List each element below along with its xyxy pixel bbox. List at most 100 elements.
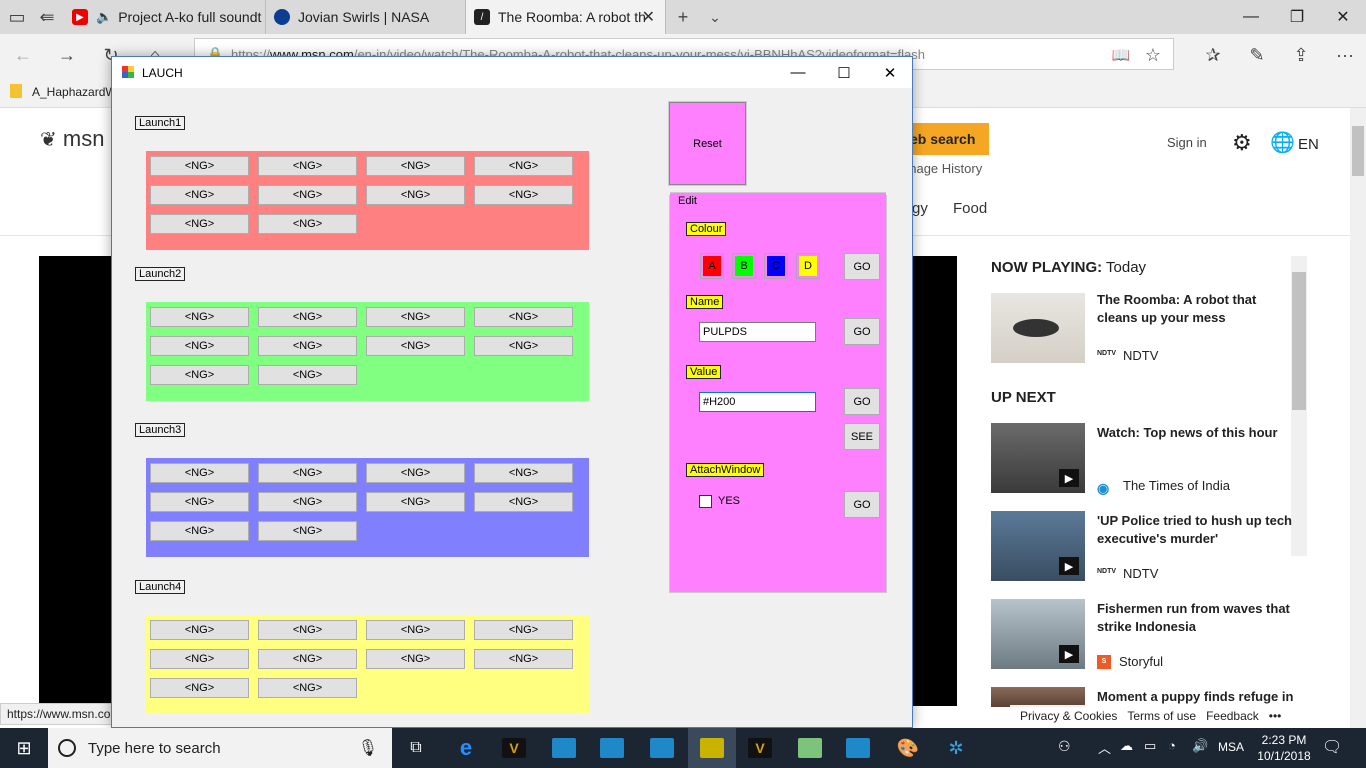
new-tab-icon[interactable]: + (666, 2, 700, 32)
ng-button[interactable]: <NG> (258, 649, 357, 669)
maximize-icon[interactable]: ☐ (821, 57, 867, 88)
privacy-link[interactable]: Privacy & Cookies (1020, 709, 1117, 723)
ng-button[interactable]: <NG> (366, 463, 465, 483)
app-icon-2[interactable] (588, 728, 636, 768)
ng-button[interactable]: <NG> (150, 336, 249, 356)
reset-button[interactable]: Reset (668, 101, 747, 186)
close-icon[interactable]: ✕ (867, 57, 913, 88)
set-aside-tabs-icon[interactable]: ⇚ (30, 2, 64, 32)
app-icon-v[interactable]: V (490, 728, 538, 768)
attach-go-button[interactable]: GO (844, 491, 880, 518)
clock[interactable]: 2:23 PM 10/1/2018 (1256, 732, 1312, 764)
forward-icon[interactable]: → (50, 40, 84, 70)
ng-button[interactable]: <NG> (258, 214, 357, 234)
news-title[interactable]: Fishermen run from waves that strike Ind… (1097, 600, 1297, 636)
reading-view-icon[interactable]: 📖 (1104, 40, 1138, 70)
edge-icon[interactable]: e (442, 728, 490, 768)
notes-pen-icon[interactable]: ✎ (1240, 40, 1274, 70)
cloud-icon[interactable]: ☁ (1120, 738, 1133, 754)
ng-button[interactable]: <NG> (366, 307, 465, 327)
news-thumbnail[interactable]: ▶ (991, 423, 1085, 493)
ng-button[interactable]: <NG> (258, 492, 357, 512)
ng-button[interactable]: <NG> (366, 336, 465, 356)
news-thumbnail[interactable] (991, 293, 1085, 363)
app-icon-5[interactable] (834, 728, 882, 768)
tab-manager-icon[interactable]: ▭ (0, 2, 34, 32)
network-app-icon[interactable]: ✲ (932, 728, 980, 768)
input-language[interactable]: MSA (1218, 740, 1244, 754)
favorite-star-icon[interactable]: ☆ (1136, 40, 1170, 70)
value-go-button[interactable]: GO (844, 388, 880, 415)
sign-in-link[interactable]: Sign in (1167, 135, 1207, 150)
more-icon[interactable]: ··· (1328, 40, 1362, 70)
ng-button[interactable]: <NG> (150, 365, 249, 385)
colour-c-button[interactable]: C (764, 253, 788, 279)
favorite-item[interactable]: A_HaphazardW (32, 85, 117, 99)
ng-button[interactable]: <NG> (258, 463, 357, 483)
app-icon-4[interactable] (786, 728, 834, 768)
app-icon-v2[interactable]: V (736, 728, 784, 768)
news-title[interactable]: The Roomba: A robot that cleans up your … (1097, 291, 1297, 327)
ng-button[interactable]: <NG> (258, 678, 357, 698)
name-input[interactable]: PULPDS (699, 322, 816, 342)
window-title-bar[interactable]: LAUCH — ☐ ✕ (112, 57, 912, 88)
start-icon[interactable]: ⊞ (0, 728, 48, 768)
app-icon-3[interactable] (638, 728, 686, 768)
paint-icon[interactable]: 🎨 (884, 728, 932, 768)
ng-button[interactable]: <NG> (366, 620, 465, 640)
ng-button[interactable]: <NG> (150, 492, 249, 512)
ng-button[interactable]: <NG> (150, 156, 249, 176)
ng-button[interactable]: <NG> (366, 649, 465, 669)
colour-d-button[interactable]: D (796, 253, 820, 279)
share-icon[interactable]: ⇪ (1284, 40, 1318, 70)
terms-link[interactable]: Terms of use (1127, 709, 1196, 723)
launch-app-taskbar-icon[interactable] (688, 728, 736, 768)
value-input[interactable]: #H200 (699, 392, 816, 412)
people-icon[interactable]: ⚇ (1058, 738, 1071, 755)
more-footer-icon[interactable]: ••• (1269, 709, 1282, 723)
ng-button[interactable]: <NG> (474, 620, 573, 640)
favorites-hub-icon[interactable]: ✰ (1196, 40, 1230, 70)
tab-nasa[interactable]: Jovian Swirls | NASA (266, 0, 466, 34)
ng-button[interactable]: <NG> (150, 521, 249, 541)
ng-button[interactable]: <NG> (258, 521, 357, 541)
yes-checkbox[interactable] (699, 495, 712, 508)
ng-button[interactable]: <NG> (150, 307, 249, 327)
ng-button[interactable]: <NG> (258, 185, 357, 205)
msn-logo[interactable]: ❦ msn (40, 126, 104, 152)
page-scrollbar[interactable] (1350, 108, 1366, 728)
restore-icon[interactable]: ❐ (1274, 0, 1320, 34)
taskbar-search-box[interactable]: Type here to search 🎙 (48, 728, 392, 768)
ng-button[interactable]: <NG> (474, 649, 573, 669)
ng-button[interactable]: <NG> (366, 185, 465, 205)
ng-button[interactable]: <NG> (474, 185, 573, 205)
microphone-icon[interactable]: 🎙 (358, 738, 378, 758)
chevron-up-icon[interactable]: ︿ (1098, 738, 1111, 757)
globe-icon[interactable]: 🌐 (1270, 130, 1295, 155)
close-window-icon[interactable]: ✕ (1320, 0, 1366, 34)
ng-button[interactable]: <NG> (150, 185, 249, 205)
task-view-icon[interactable]: ⧉ (392, 728, 440, 768)
language-label[interactable]: EN (1298, 136, 1319, 153)
close-tab-icon[interactable]: ✕ (642, 7, 655, 27)
web-search-button[interactable]: eb search (900, 123, 989, 155)
news-title[interactable]: Watch: Top news of this hour (1097, 424, 1297, 442)
gear-icon[interactable]: ⚙ (1232, 130, 1252, 156)
news-thumbnail[interactable]: ▶ (991, 599, 1085, 669)
colour-go-button[interactable]: GO (844, 253, 880, 280)
battery-icon[interactable]: ▭ (1144, 738, 1156, 754)
ng-button[interactable]: <NG> (474, 156, 573, 176)
app-icon-1[interactable] (540, 728, 588, 768)
news-thumbnail[interactable] (991, 687, 1085, 707)
ng-button[interactable]: <NG> (258, 336, 357, 356)
manage-history-link[interactable]: anage History (902, 161, 982, 176)
name-go-button[interactable]: GO (844, 318, 880, 345)
nav-item[interactable]: gy (912, 200, 928, 217)
notifications-icon[interactable]: 🗨 (1322, 737, 1342, 757)
scrollbar-thumb[interactable] (1352, 126, 1364, 176)
ng-button[interactable]: <NG> (258, 307, 357, 327)
ng-button[interactable]: <NG> (258, 156, 357, 176)
ng-button[interactable]: <NG> (474, 463, 573, 483)
tab-youtube[interactable]: ▶ 🔈 Project A-ko full soundt (64, 0, 266, 34)
ng-button[interactable]: <NG> (258, 620, 357, 640)
